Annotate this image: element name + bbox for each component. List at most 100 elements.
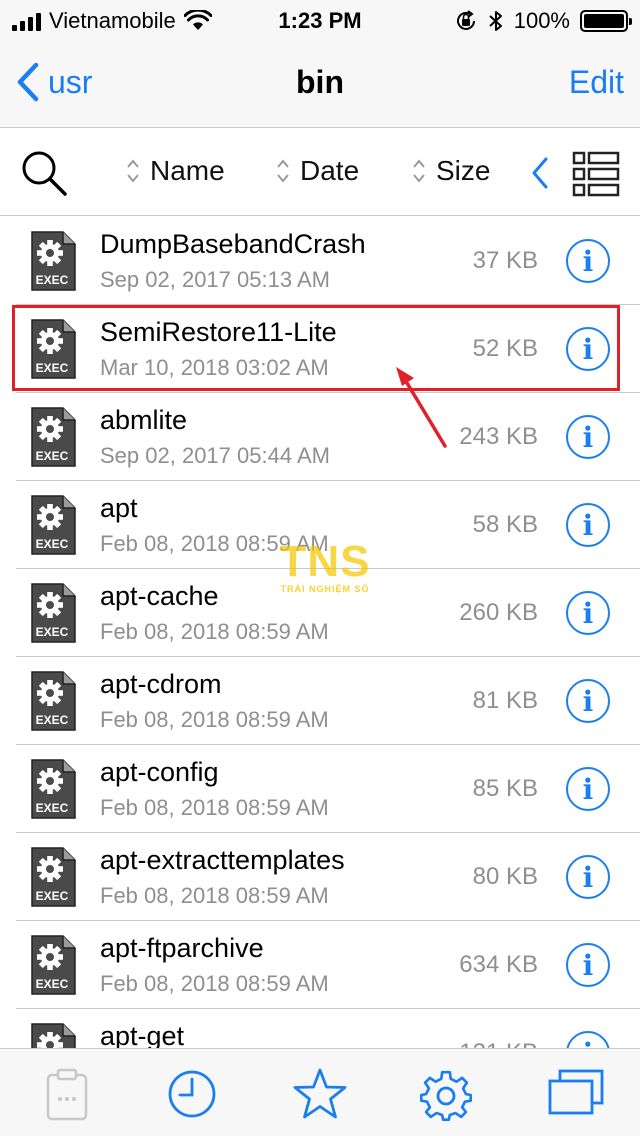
favorites-star-icon xyxy=(293,1068,347,1119)
info-button[interactable]: i xyxy=(566,943,610,987)
info-icon: i xyxy=(582,948,594,982)
sort-size-label: Size xyxy=(436,155,491,186)
file-list: EXEC DumpBasebandCrash Sep 02, 2017 05:1… xyxy=(0,217,640,1048)
search-button[interactable] xyxy=(20,149,68,202)
file-size: 37 KB xyxy=(472,247,538,274)
file-size: 52 KB xyxy=(472,335,538,362)
file-name: abmlite xyxy=(100,405,188,435)
bluetooth-icon xyxy=(489,11,502,31)
info-icon: i xyxy=(582,860,594,894)
chevron-left-icon xyxy=(532,157,548,189)
file-row[interactable]: EXEC apt-get Feb 08, 2018 08:59 AM 121 K… xyxy=(0,1009,640,1048)
file-size: 81 KB xyxy=(472,687,538,714)
file-name: apt-cache xyxy=(100,581,219,611)
tab-clipboard[interactable] xyxy=(40,1067,96,1123)
file-name: apt-extracttemplates xyxy=(100,845,345,875)
navigation-bar: usr bin Edit xyxy=(0,40,640,128)
executable-file-icon: EXEC xyxy=(31,407,76,467)
tab-windows[interactable] xyxy=(546,1067,604,1123)
executable-file-icon: EXEC xyxy=(31,319,76,379)
sort-by-date-button[interactable]: Date xyxy=(276,155,359,187)
sort-by-size-button[interactable]: Size xyxy=(412,155,490,187)
file-name: SemiRestore11-Lite xyxy=(100,317,337,347)
info-button[interactable]: i xyxy=(566,415,610,459)
info-button[interactable]: i xyxy=(566,591,610,635)
file-size: 634 KB xyxy=(459,951,538,978)
file-row[interactable]: EXEC apt-extracttemplates Feb 08, 2018 0… xyxy=(0,833,640,921)
file-size: 58 KB xyxy=(472,511,538,538)
file-size: 121 KB xyxy=(459,1039,538,1048)
file-row[interactable]: EXEC apt-cdrom Feb 08, 2018 08:59 AM 81 … xyxy=(0,657,640,745)
info-button[interactable]: i xyxy=(566,239,610,283)
exec-label: EXEC xyxy=(36,449,69,463)
file-date: Sep 02, 2017 05:13 AM xyxy=(100,267,330,292)
sort-bar: Name Date Size xyxy=(0,129,640,216)
file-row[interactable]: EXEC apt Feb 08, 2018 08:59 AM 58 KB i xyxy=(0,481,640,569)
executable-file-icon: EXEC xyxy=(31,847,76,907)
exec-label: EXEC xyxy=(36,977,69,991)
file-date: Feb 08, 2018 08:59 AM xyxy=(100,707,329,732)
collapse-toolbar-button[interactable] xyxy=(530,155,550,196)
file-name: apt-cdrom xyxy=(100,669,222,699)
status-right: 100% xyxy=(454,8,632,34)
info-icon: i xyxy=(582,772,594,806)
exec-label: EXEC xyxy=(36,273,69,287)
exec-label: EXEC xyxy=(36,361,69,375)
info-icon: i xyxy=(582,684,594,718)
orientation-lock-icon xyxy=(456,10,475,30)
info-button[interactable]: i xyxy=(566,679,610,723)
executable-file-icon: EXEC xyxy=(31,759,76,819)
file-row[interactable]: EXEC SemiRestore11-Lite Mar 10, 2018 03:… xyxy=(0,305,640,393)
executable-file-icon: EXEC xyxy=(31,495,76,555)
tab-recent[interactable] xyxy=(166,1067,222,1123)
sort-name-label: Name xyxy=(150,155,225,186)
info-icon: i xyxy=(582,244,594,278)
info-button[interactable]: i xyxy=(566,767,610,811)
info-button[interactable]: i xyxy=(566,855,610,899)
file-name: DumpBasebandCrash xyxy=(100,229,366,259)
tab-settings[interactable] xyxy=(418,1067,474,1123)
search-icon xyxy=(22,151,67,196)
exec-label: EXEC xyxy=(36,537,69,551)
exec-label: EXEC xyxy=(36,713,69,727)
settings-gear-icon xyxy=(419,1070,473,1122)
executable-file-icon: EXEC xyxy=(31,1023,76,1048)
view-mode-button[interactable] xyxy=(572,151,620,202)
file-date: Feb 08, 2018 08:59 AM xyxy=(100,795,329,820)
file-row[interactable]: EXEC abmlite Sep 02, 2017 05:44 AM 243 K… xyxy=(0,393,640,481)
info-button[interactable]: i xyxy=(566,327,610,371)
file-date: Feb 08, 2018 08:59 AM xyxy=(100,619,329,644)
file-date: Mar 10, 2018 03:02 AM xyxy=(100,355,329,380)
sort-arrows-icon xyxy=(413,159,425,183)
executable-file-icon: EXEC xyxy=(31,231,76,291)
file-row[interactable]: EXEC apt-cache Feb 08, 2018 08:59 AM 260… xyxy=(0,569,640,657)
file-name: apt-config xyxy=(100,757,219,787)
file-size: 260 KB xyxy=(459,599,538,626)
sort-arrows-icon xyxy=(277,159,289,183)
exec-label: EXEC xyxy=(36,801,69,815)
tab-bar xyxy=(0,1048,640,1136)
file-row[interactable]: EXEC apt-config Feb 08, 2018 08:59 AM 85… xyxy=(0,745,640,833)
info-button[interactable]: i xyxy=(566,503,610,547)
info-icon: i xyxy=(582,332,594,366)
file-name: apt-ftparchive xyxy=(100,933,264,963)
file-row[interactable]: EXEC apt-ftparchive Feb 08, 2018 08:59 A… xyxy=(0,921,640,1009)
sort-arrows-icon xyxy=(127,159,139,183)
executable-file-icon: EXEC xyxy=(31,583,76,643)
exec-label: EXEC xyxy=(36,625,69,639)
tab-favorites[interactable] xyxy=(292,1067,348,1123)
file-row[interactable]: EXEC DumpBasebandCrash Sep 02, 2017 05:1… xyxy=(0,217,640,305)
file-date: Sep 02, 2017 05:44 AM xyxy=(100,443,330,468)
battery-percent: 100% xyxy=(513,8,570,33)
file-date: Feb 08, 2018 08:59 AM xyxy=(100,971,329,996)
clipboard-icon xyxy=(46,1068,88,1121)
info-button[interactable]: i xyxy=(566,1031,610,1048)
edit-button[interactable]: Edit xyxy=(569,64,624,101)
executable-file-icon: EXEC xyxy=(31,671,76,731)
file-date: Feb 08, 2018 08:59 AM xyxy=(100,883,329,908)
info-icon: i xyxy=(583,1037,594,1049)
list-view-icon xyxy=(572,151,620,197)
file-size: 85 KB xyxy=(472,775,538,802)
sort-by-name-button[interactable]: Name xyxy=(126,155,225,187)
exec-label: EXEC xyxy=(36,889,69,903)
